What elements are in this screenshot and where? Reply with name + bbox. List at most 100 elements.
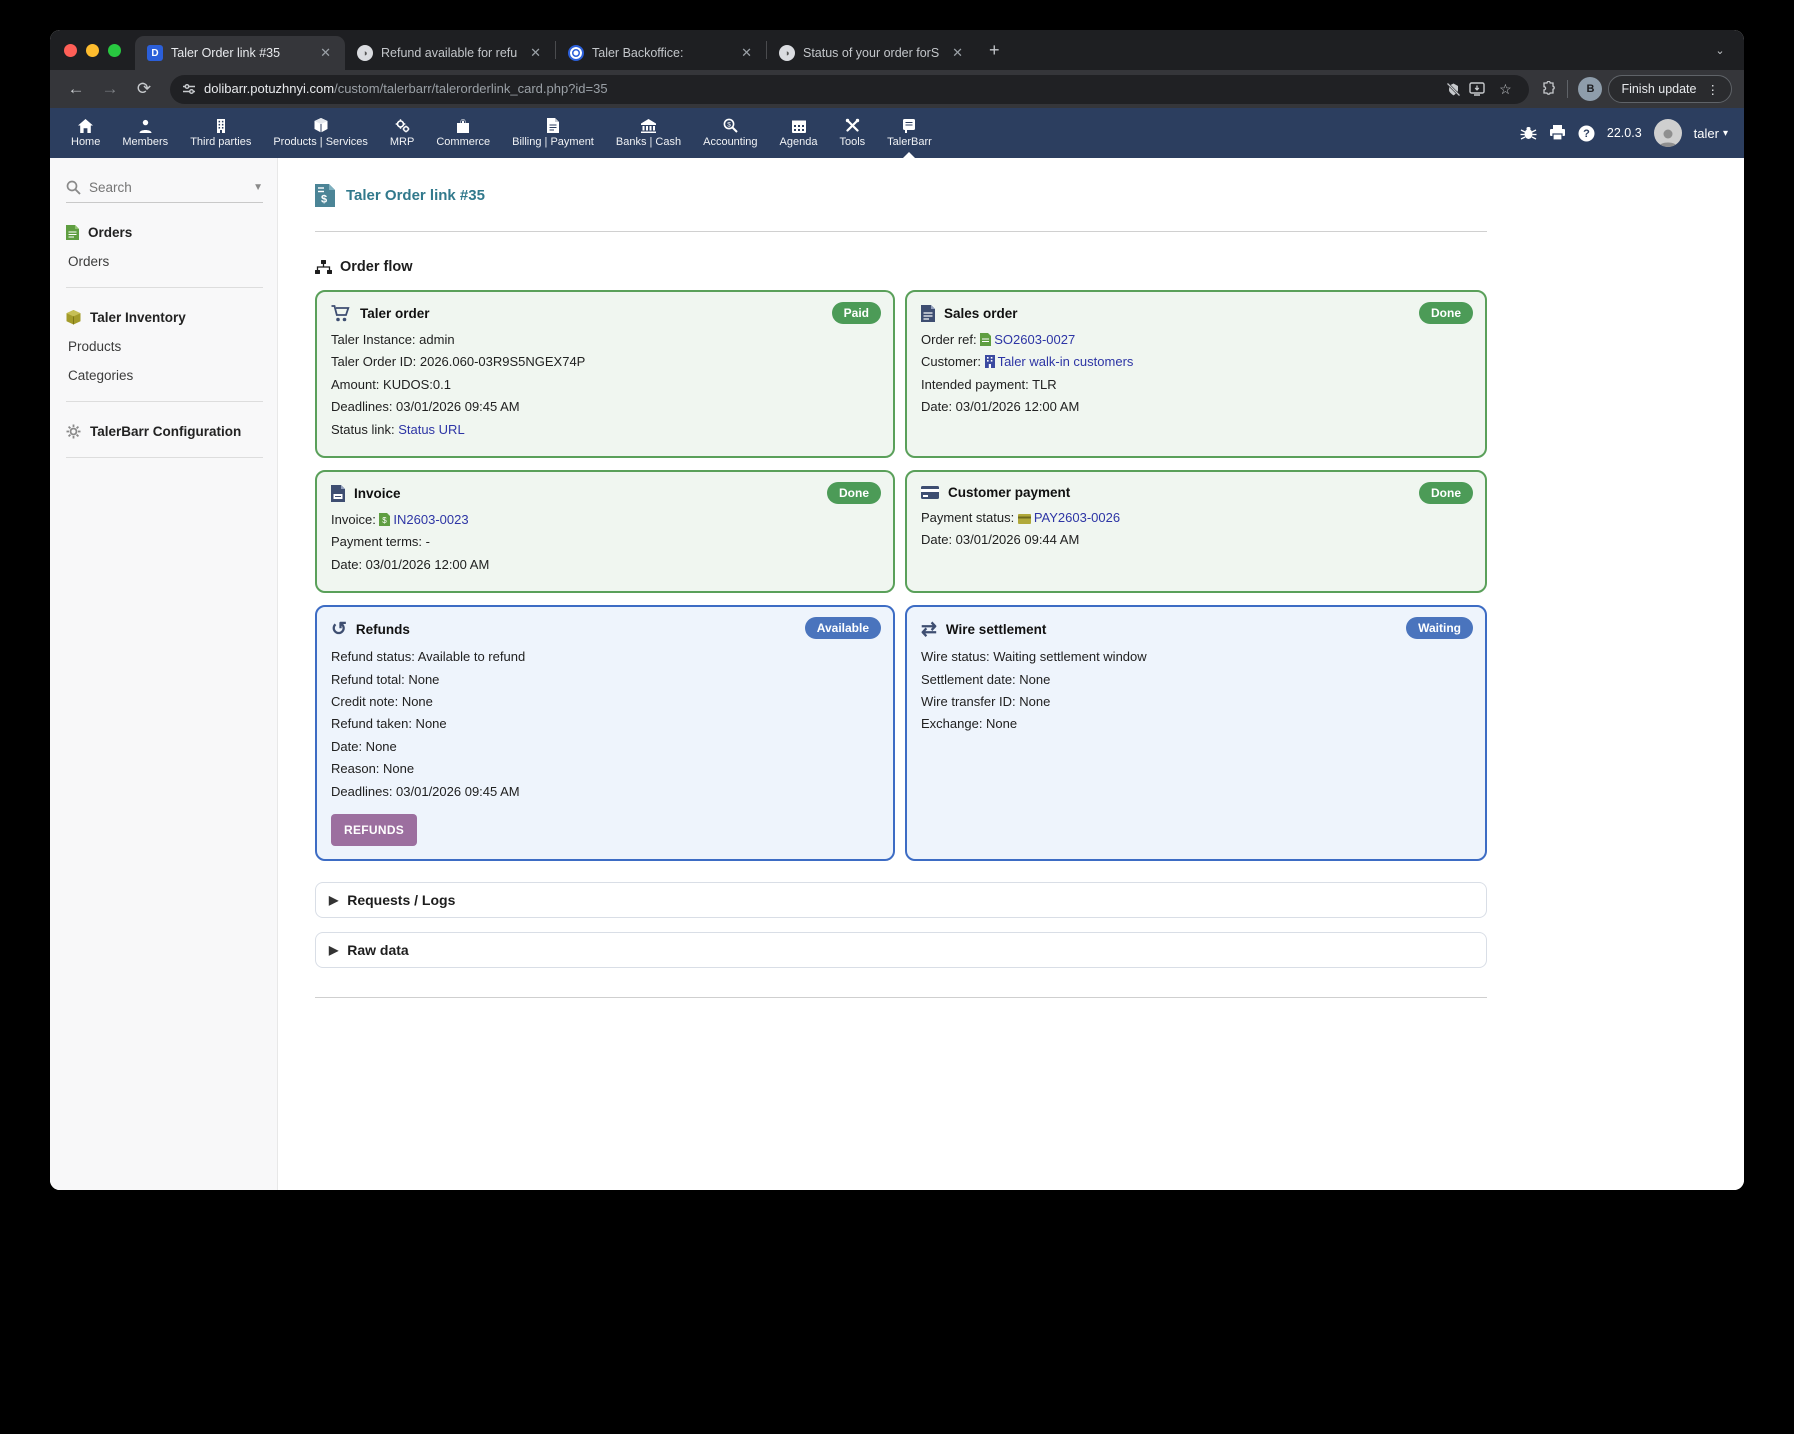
close-tab-icon[interactable]: ✕ <box>948 43 967 63</box>
menu-billing-payment[interactable]: Billing | Payment <box>501 108 605 158</box>
search-input[interactable] <box>89 180 229 195</box>
permission-blocked-icon[interactable] <box>1446 82 1461 97</box>
accordion-requests-logs[interactable]: ▶ Requests / Logs <box>315 882 1487 918</box>
home-icon <box>78 119 93 133</box>
date-line: Date: 03/01/2026 09:44 AM <box>921 531 1471 548</box>
back-button[interactable]: ← <box>62 75 90 103</box>
browser-menu-icon[interactable]: ⋮ <box>1707 82 1720 97</box>
menu-tools[interactable]: Tools <box>828 108 876 158</box>
menu-talerbarr[interactable]: TalerBarr <box>876 108 943 158</box>
order-doc-icon <box>980 333 991 346</box>
menu-members[interactable]: Members <box>111 108 179 158</box>
menu-mrp[interactable]: MRP <box>379 108 425 158</box>
card-refunds: Available ↺ Refunds Refund status: Avail… <box>315 605 895 861</box>
card-invoice: Done Invoice Invoice: $IN2603-0023 Payme… <box>315 470 895 593</box>
menu-commerce[interactable]: Commerce <box>425 108 501 158</box>
sidebar-heading-orders[interactable]: Orders <box>66 225 263 240</box>
inventory-box-icon <box>66 310 81 325</box>
payment-status-line: Payment status: PAY2603-0026 <box>921 509 1471 526</box>
close-tab-icon[interactable]: ✕ <box>737 43 756 63</box>
tab-search-chevron-icon[interactable]: ⌄ <box>1710 40 1730 60</box>
help-icon[interactable]: ? <box>1578 125 1595 142</box>
person-photo-icon <box>1657 127 1679 147</box>
browser-toolbar: ← → ⟳ dolibarr.potuzhnyi.com/custom/tale… <box>50 70 1744 108</box>
user-avatar[interactable] <box>1654 119 1682 147</box>
left-sidebar: ▼ Orders Orders Taler Inventory Products… <box>50 158 278 1190</box>
tab-taler-order-link[interactable]: D Taler Order link #35 ✕ <box>135 36 345 70</box>
sidebar-item-categories[interactable]: Categories <box>68 368 263 383</box>
card-customer-payment: Done Customer payment Payment status: PA… <box>905 470 1487 593</box>
refunds-button[interactable]: REFUNDS <box>331 814 417 846</box>
svg-text:$: $ <box>727 121 731 128</box>
sidebar-item-orders[interactable]: Orders <box>68 254 263 269</box>
card-title: Taler order <box>360 306 430 321</box>
menu-home[interactable]: Home <box>60 108 111 158</box>
minimize-window-button[interactable] <box>86 44 99 57</box>
card-title: Refunds <box>356 622 410 637</box>
address-bar[interactable]: dolibarr.potuzhnyi.com/custom/talerbarr/… <box>170 75 1529 104</box>
tab-order-status[interactable]: ◑ Status of your order forShow ✕ <box>767 36 977 70</box>
sales-order-ref-link[interactable]: SO2603-0027 <box>994 332 1075 347</box>
menu-third-parties[interactable]: Third parties <box>179 108 262 158</box>
status-badge: Done <box>1419 302 1473 324</box>
close-window-button[interactable] <box>64 44 77 57</box>
bug-icon[interactable] <box>1520 125 1537 141</box>
sidebar-item-products[interactable]: Products <box>68 339 263 354</box>
search-caret-icon[interactable]: ▼ <box>253 182 263 193</box>
payment-link[interactable]: PAY2603-0026 <box>1034 510 1120 525</box>
url-text[interactable]: dolibarr.potuzhnyi.com/custom/talerbarr/… <box>204 80 1438 98</box>
title-divider <box>315 231 1487 232</box>
close-tab-icon[interactable]: ✕ <box>526 43 545 63</box>
user-menu[interactable]: taler▾ <box>1694 126 1728 141</box>
site-settings-icon[interactable] <box>182 82 196 96</box>
customer-link[interactable]: Taler walk-in customers <box>998 354 1134 369</box>
refund-undo-icon: ↺ <box>331 620 347 639</box>
status-url-link[interactable]: Status URL <box>398 422 464 437</box>
menu-banks-cash[interactable]: Banks | Cash <box>605 108 692 158</box>
sidebar-section-talerbarr-config: TalerBarr Configuration <box>66 424 263 439</box>
sidebar-section-orders: Orders Orders <box>66 225 263 269</box>
intended-payment-line: Intended payment: TLR <box>921 376 1471 393</box>
backoffice-favicon <box>568 45 584 61</box>
tools-icon <box>845 118 860 133</box>
close-tab-icon[interactable]: ✕ <box>316 43 335 63</box>
accordion-raw-data[interactable]: ▶ Raw data <box>315 932 1487 968</box>
menu-products-services[interactable]: Products | Services <box>262 108 379 158</box>
status-badge: Available <box>805 617 881 639</box>
sidebar-heading-talerbarr-config[interactable]: TalerBarr Configuration <box>66 424 263 439</box>
finish-update-button[interactable]: Finish update ⋮ <box>1608 75 1732 103</box>
reload-button[interactable]: ⟳ <box>130 75 158 103</box>
zoom-window-button[interactable] <box>108 44 121 57</box>
status-badge: Done <box>827 482 881 504</box>
invoice-link[interactable]: IN2603-0023 <box>393 512 468 527</box>
order-flow-heading: Order flow <box>315 259 1487 275</box>
products-icon <box>314 118 328 133</box>
shopping-cart-icon <box>331 305 351 322</box>
card-title: Customer payment <box>948 485 1070 500</box>
new-tab-button[interactable]: + <box>977 40 1012 61</box>
status-badge: Paid <box>832 302 881 324</box>
invoice-icon <box>331 485 345 502</box>
menu-accounting[interactable]: $ Accounting <box>692 108 768 158</box>
wire-transfer-icon: ⇄ <box>921 620 937 639</box>
extensions-puzzle-icon[interactable] <box>1541 81 1557 97</box>
talerbarr-icon <box>902 119 916 133</box>
sidebar-divider <box>66 401 263 402</box>
tab-taler-backoffice[interactable]: Taler Backoffice: ✕ <box>556 36 766 70</box>
payment-terms-line: Payment terms: - <box>331 533 879 550</box>
page-title-row: $ Taler Order link #35 <box>315 184 1487 207</box>
menu-agenda[interactable]: Agenda <box>769 108 829 158</box>
gear-icon <box>66 424 81 439</box>
forward-button[interactable]: → <box>96 75 124 103</box>
bookmark-star-icon[interactable]: ☆ <box>1493 81 1517 98</box>
date-line: Date: 03/01/2026 12:00 AM <box>331 556 879 573</box>
install-app-icon[interactable] <box>1469 82 1485 96</box>
tab-bar: D Taler Order link #35 ✕ ◑ Refund availa… <box>50 30 1744 70</box>
sidebar-heading-taler-inventory[interactable]: Taler Inventory <box>66 310 263 325</box>
print-icon[interactable] <box>1549 125 1566 141</box>
sidebar-search[interactable]: ▼ <box>66 180 263 203</box>
commerce-icon <box>456 119 470 133</box>
card-wire-settlement: Waiting ⇄ Wire settlement Wire status: W… <box>905 605 1487 861</box>
profile-avatar[interactable]: B <box>1578 77 1602 101</box>
tab-refund-available[interactable]: ◑ Refund available for refund of ✕ <box>345 36 555 70</box>
